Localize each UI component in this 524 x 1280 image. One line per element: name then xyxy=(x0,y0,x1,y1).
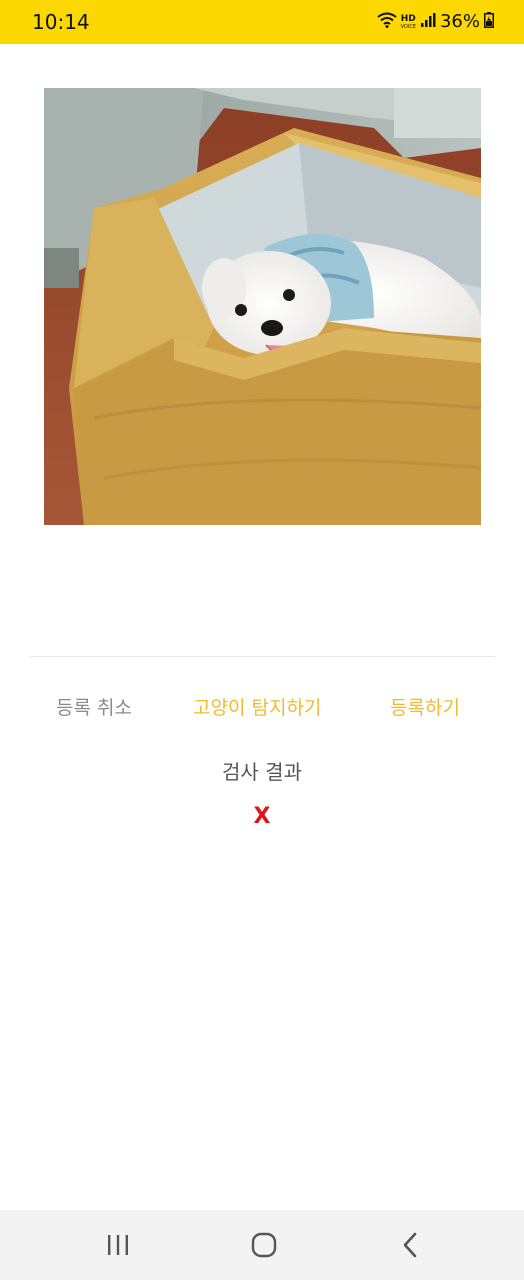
status-bar: 10:14 HD VOICE 36% xyxy=(0,0,524,44)
battery-percent: 36% xyxy=(439,11,480,32)
back-icon[interactable] xyxy=(390,1230,430,1260)
status-time: 10:14 xyxy=(32,10,90,34)
result-label: 검사 결과 xyxy=(222,760,302,784)
section-divider xyxy=(30,656,495,657)
hd-voice-icon: HD VOICE xyxy=(400,13,416,30)
home-icon[interactable] xyxy=(244,1230,284,1260)
register-button[interactable]: 등록하기 xyxy=(390,690,460,726)
wifi-icon xyxy=(376,12,397,32)
battery-icon xyxy=(484,12,494,32)
navigation-bar xyxy=(0,1210,524,1280)
recent-apps-icon[interactable] xyxy=(98,1230,138,1260)
hd-label: HD xyxy=(400,13,416,24)
detect-cat-button[interactable]: 고양이 탐지하기 xyxy=(193,690,321,726)
signal-icon xyxy=(420,12,436,32)
action-row: 등록 취소 고양이 탐지하기 등록하기 xyxy=(0,690,524,726)
voice-label: VOICE xyxy=(400,23,416,30)
cancel-registration-button[interactable]: 등록 취소 xyxy=(56,690,132,726)
result-value: X xyxy=(253,804,271,829)
dog-in-bed-photo xyxy=(44,88,481,525)
status-icons: HD VOICE 36% xyxy=(376,9,494,35)
